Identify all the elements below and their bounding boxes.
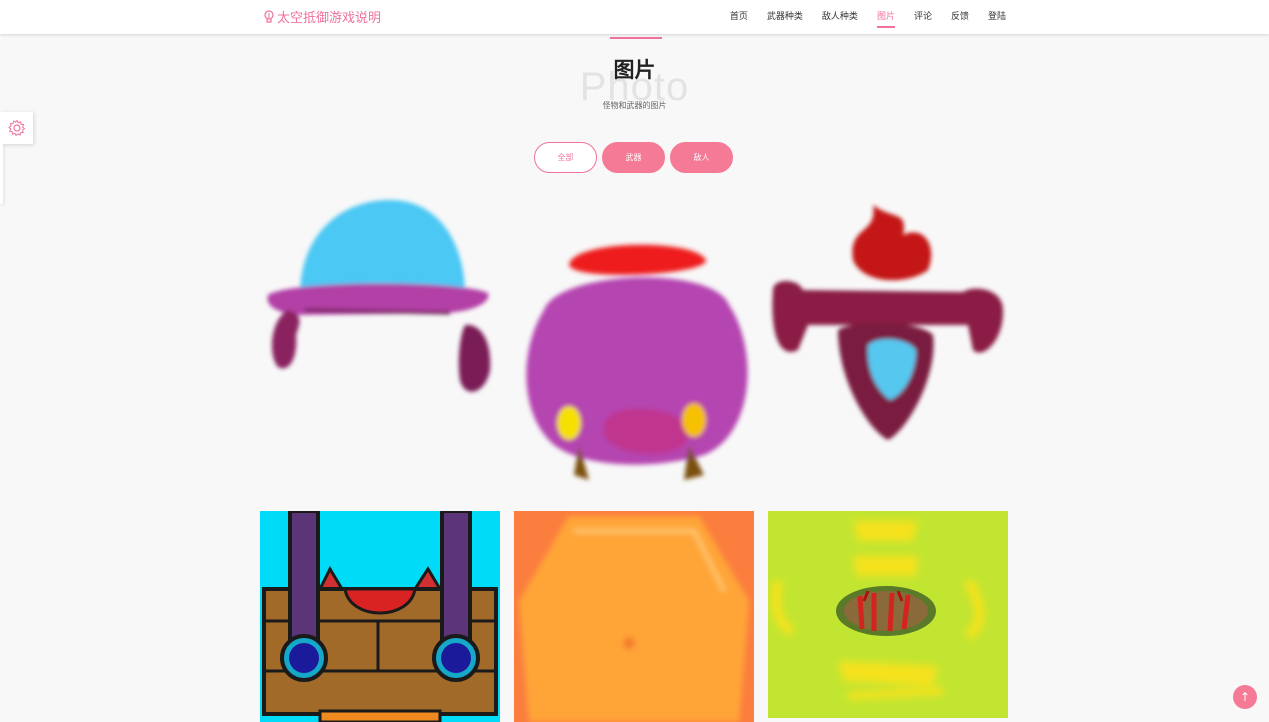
gear-icon — [7, 119, 25, 137]
filter-all-button[interactable]: 全部 — [534, 142, 597, 173]
lightbulb-icon — [264, 9, 274, 23]
purple-pot-enemy-image — [526, 244, 748, 480]
nav-pictures[interactable]: 图片 — [876, 0, 895, 34]
blue-dome-weapon-image — [267, 200, 491, 392]
brand-logo[interactable]: 太空抵御游戏说明 — [263, 7, 381, 26]
back-to-top-button[interactable]: ↑ — [1233, 685, 1257, 709]
gallery-item-crate-robot[interactable] — [260, 511, 500, 722]
top-navbar: 太空抵御游戏说明 首页 武器种类 敌人种类 图片 评论 反馈 登陆 — [0, 0, 1269, 34]
orange-hexagon-image — [514, 511, 754, 722]
title-underline — [610, 37, 662, 39]
page-subtitle: 怪物和武器的图片 — [602, 101, 667, 110]
nav-feedback[interactable]: 反馈 — [951, 0, 969, 34]
brand-title: 太空抵御游戏说明 — [277, 11, 382, 26]
section-header: Photo 图片 怪物和武器的图片 — [0, 50, 1269, 120]
gallery-item-lime-bug[interactable] — [768, 511, 1008, 718]
brown-crate-robot-image — [260, 511, 500, 722]
nav-enemies[interactable]: 敌人种类 — [822, 0, 858, 34]
filter-enemies-button[interactable]: 敌人 — [670, 142, 733, 173]
gallery-item-purple-pot[interactable] — [514, 230, 754, 495]
gallery-item-maroon-torch[interactable] — [768, 200, 1008, 450]
nav-home[interactable]: 首页 — [730, 0, 748, 34]
page-title: 图片 — [613, 58, 656, 82]
maroon-torch-weapon-image — [772, 205, 1004, 440]
lime-bug-image — [768, 511, 1008, 718]
nav-comments[interactable]: 评论 — [914, 0, 932, 34]
gallery-item-orange-hexagon[interactable] — [514, 511, 754, 722]
gallery-item-blue-dome[interactable] — [260, 195, 500, 405]
main-nav: 首页 武器种类 敌人种类 图片 评论 反馈 登陆 — [711, 0, 1006, 34]
nav-login[interactable]: 登陆 — [988, 0, 1006, 34]
filter-group: 全部 武器 敌人 — [534, 142, 738, 173]
nav-weapons[interactable]: 武器种类 — [767, 0, 803, 34]
filter-weapons-button[interactable]: 武器 — [602, 142, 665, 173]
side-panel-edge — [0, 144, 3, 204]
